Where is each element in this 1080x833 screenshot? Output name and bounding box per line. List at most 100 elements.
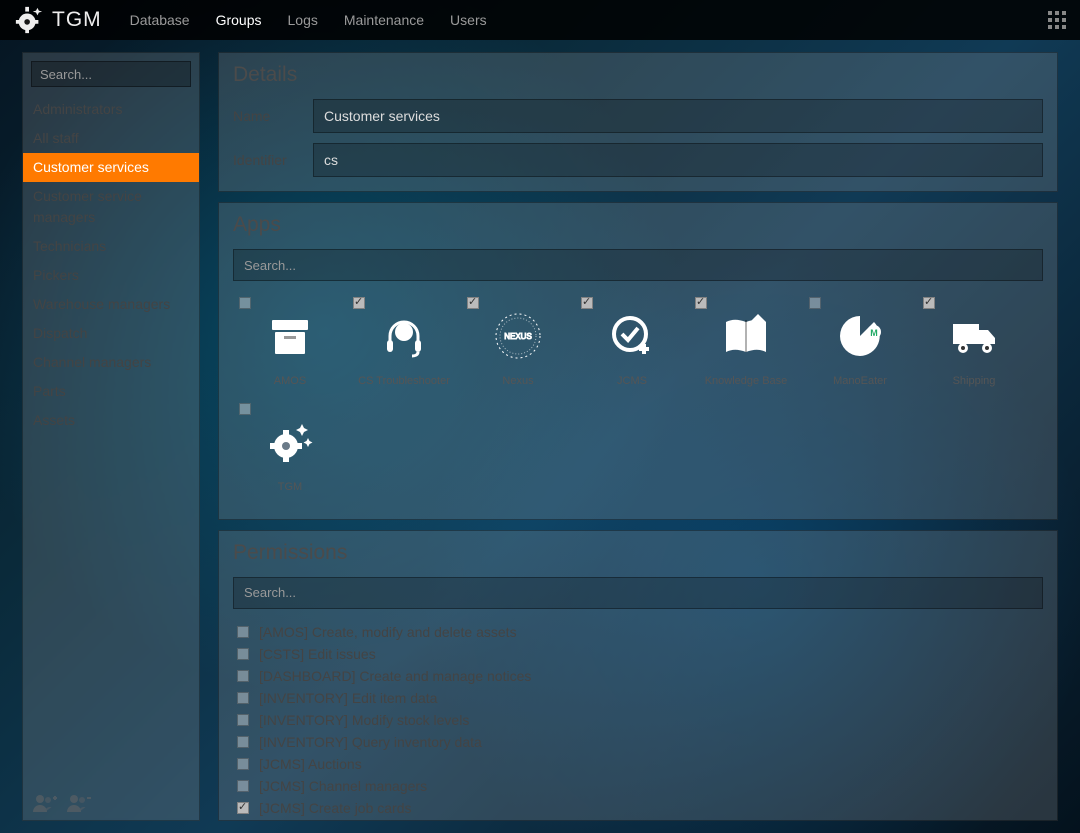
app-tile[interactable]: NEXUS Nexus (461, 293, 575, 399)
permission-label: [JCMS] Create job cards (259, 800, 412, 816)
app-checkbox[interactable] (923, 297, 935, 309)
permission-item: [AMOS] Create, modify and delete assets (233, 621, 1043, 643)
app-tile[interactable]: JCMS (575, 293, 689, 399)
apps-grid: AMOS CS Troubleshooter NEXUS Nexus JCMS Knowl… (233, 293, 1043, 505)
nav-groups[interactable]: Groups (216, 12, 262, 28)
app-label: Shipping (953, 375, 996, 389)
apps-panel: Apps AMOS CS Troubleshooter NEXUS Nexus JCMS… (218, 202, 1058, 520)
nav-users[interactable]: Users (450, 12, 487, 28)
permissions-search-input[interactable] (233, 577, 1043, 609)
headset-icon (379, 311, 429, 361)
truck-icon (949, 311, 999, 361)
nav-logs[interactable]: Logs (288, 12, 318, 28)
app-checkbox[interactable] (239, 297, 251, 309)
permission-item: [CSTS] Edit issues (233, 643, 1043, 665)
group-item[interactable]: Dispatch (23, 319, 199, 348)
book-icon (721, 311, 771, 361)
svg-text:M: M (870, 328, 878, 338)
permission-checkbox[interactable] (237, 648, 249, 660)
group-item[interactable]: Technicians (23, 232, 199, 261)
svg-text:NEXUS: NEXUS (504, 332, 532, 341)
box-icon (265, 311, 315, 361)
permission-item: [INVENTORY] Query inventory data (233, 731, 1043, 753)
group-item[interactable]: Administrators (23, 95, 199, 124)
gear-sparkle-icon (14, 5, 44, 35)
app-tile[interactable]: M ManoEater (803, 293, 917, 399)
app-checkbox[interactable] (353, 297, 365, 309)
groups-search-input[interactable] (31, 61, 191, 87)
add-group-icon[interactable] (33, 794, 57, 812)
groups-list: AdministratorsAll staffCustomer services… (23, 95, 199, 435)
permission-label: [CSTS] Edit issues (259, 646, 376, 662)
permission-checkbox[interactable] (237, 670, 249, 682)
app-checkbox[interactable] (695, 297, 707, 309)
groups-sidebar: AdministratorsAll staffCustomer services… (22, 52, 200, 821)
name-input[interactable] (313, 99, 1043, 133)
check-plus-icon (607, 311, 657, 361)
permission-label: [INVENTORY] Edit item data (259, 690, 437, 706)
apps-search-input[interactable] (233, 249, 1043, 281)
group-item[interactable]: Parts (23, 377, 199, 406)
app-checkbox[interactable] (467, 297, 479, 309)
apps-grid-icon[interactable] (1048, 11, 1066, 29)
app-tile[interactable]: Shipping (917, 293, 1031, 399)
apps-heading: Apps (233, 213, 1043, 237)
pacman-icon: M (835, 311, 885, 361)
app-tile[interactable]: CS Troubleshooter (347, 293, 461, 399)
gear-sparkle-icon (265, 417, 315, 467)
app-tile[interactable]: Knowledge Base (689, 293, 803, 399)
app-title: TGM (52, 8, 102, 32)
app-checkbox[interactable] (809, 297, 821, 309)
permissions-list: [AMOS] Create, modify and delete assets [… (233, 621, 1043, 822)
permission-checkbox[interactable] (237, 714, 249, 726)
permissions-panel: Permissions [AMOS] Create, modify and de… (218, 530, 1058, 822)
permission-label: [JCMS] Channel managers (259, 778, 427, 794)
permissions-heading: Permissions (233, 541, 1043, 565)
identifier-input[interactable] (313, 143, 1043, 177)
app-label: Nexus (502, 375, 533, 389)
group-item[interactable]: Assets (23, 406, 199, 435)
app-logo: TGM (14, 5, 102, 35)
group-item[interactable]: Customer services (23, 153, 199, 182)
main-nav: Database Groups Logs Maintenance Users (130, 12, 487, 28)
app-tile[interactable]: TGM (233, 399, 347, 505)
group-item[interactable]: Pickers (23, 261, 199, 290)
permission-item: [JCMS] Auctions (233, 753, 1043, 775)
app-tile[interactable]: AMOS (233, 293, 347, 399)
nav-database[interactable]: Database (130, 12, 190, 28)
name-label: Name (233, 108, 313, 124)
details-heading: Details (233, 63, 1043, 87)
permission-checkbox[interactable] (237, 736, 249, 748)
permission-item: [JCMS] Channel managers (233, 775, 1043, 797)
permission-checkbox[interactable] (237, 626, 249, 638)
group-item[interactable]: Warehouse managers (23, 290, 199, 319)
group-item[interactable]: All staff (23, 124, 199, 153)
remove-group-icon[interactable] (67, 794, 91, 812)
app-label: JCMS (617, 375, 647, 389)
app-label: TGM (278, 481, 302, 495)
app-label: ManoEater (833, 375, 887, 389)
nexus-icon: NEXUS (493, 311, 543, 361)
permission-checkbox[interactable] (237, 692, 249, 704)
details-panel: Details Name Identifier (218, 52, 1058, 192)
group-item[interactable]: Customer service managers (23, 182, 199, 232)
permission-checkbox[interactable] (237, 802, 249, 814)
permission-checkbox[interactable] (237, 780, 249, 792)
app-checkbox[interactable] (239, 403, 251, 415)
permission-item: [JCMS] Customer services (233, 819, 1043, 822)
nav-maintenance[interactable]: Maintenance (344, 12, 424, 28)
permission-label: [INVENTORY] Modify stock levels (259, 712, 469, 728)
permission-label: [JCMS] Auctions (259, 756, 362, 772)
app-label: AMOS (274, 375, 306, 389)
identifier-label: Identifier (233, 152, 313, 168)
permission-item: [INVENTORY] Modify stock levels (233, 709, 1043, 731)
group-item[interactable]: Channel managers (23, 348, 199, 377)
permission-label: [DASHBOARD] Create and manage notices (259, 668, 531, 684)
app-label: Knowledge Base (705, 375, 788, 389)
permission-item: [DASHBOARD] Create and manage notices (233, 665, 1043, 687)
permission-checkbox[interactable] (237, 758, 249, 770)
app-checkbox[interactable] (581, 297, 593, 309)
permission-item: [INVENTORY] Edit item data (233, 687, 1043, 709)
permission-item: [JCMS] Create job cards (233, 797, 1043, 819)
app-label: CS Troubleshooter (358, 375, 450, 389)
